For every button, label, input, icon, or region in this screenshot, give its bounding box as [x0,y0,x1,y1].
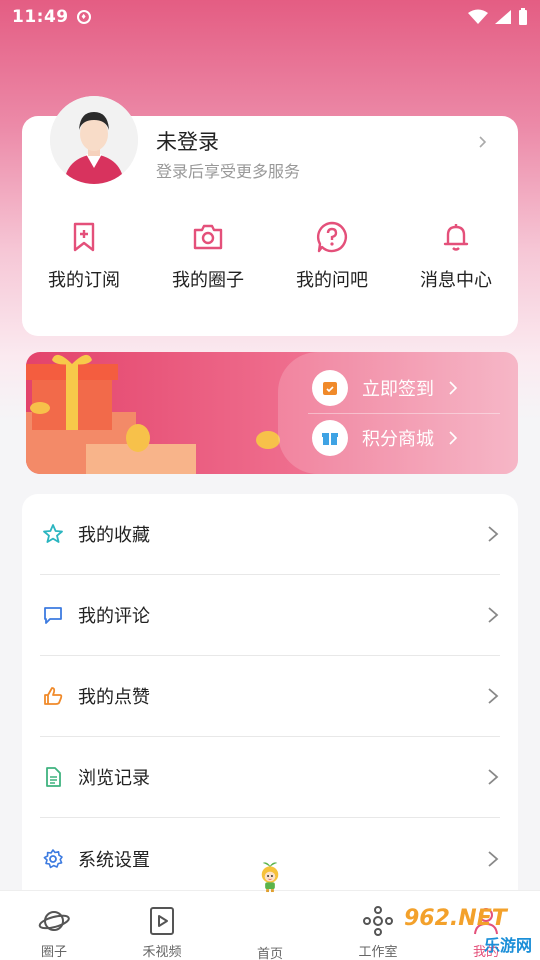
chevron-right-icon [449,431,458,445]
profile-card[interactable]: 未登录 登录后享受更多服务 我的订阅 我的圈子 我的问吧 消息中心 [22,96,518,336]
default-avatar-icon [50,96,138,184]
menu-label: 系统设置 [78,849,150,871]
nav-video[interactable]: 禾视频 [108,891,216,960]
quick-circles-label: 我的圈子 [172,270,244,291]
mascot-icon [261,862,279,893]
checkin-label: 立即签到 [362,379,434,400]
menu-label: 我的收藏 [78,525,150,546]
gear-icon [43,848,63,868]
question-icon [316,221,347,253]
chevron-right-icon [488,769,499,785]
camera-icon [193,224,223,250]
quick-actions: 我的订阅 我的圈子 我的问吧 消息中心 [22,220,518,310]
quick-messages[interactable]: 消息中心 [396,220,516,310]
signal-icon [495,10,511,24]
nav-label: 禾视频 [142,945,182,960]
avatar[interactable] [50,96,138,184]
studio-icon [363,906,393,936]
comment-icon [44,607,62,624]
nav-label: 圈子 [40,945,67,960]
watermark-text: 乐游网 [483,936,532,955]
bookmark-plus-icon [73,222,95,252]
checkin-button[interactable]: 立即签到 [312,370,458,406]
chevron-right-icon [488,607,499,623]
bell-icon [443,224,469,251]
star-icon [43,524,63,543]
nav-label: 首页 [256,947,283,960]
watermark-number: 962.NET [404,906,507,931]
chevron-right-icon[interactable] [476,136,488,148]
shield-icon: ♦ [76,10,91,24]
divider [308,413,500,414]
menu-label: 浏览记录 [78,768,150,789]
quick-messages-label: 消息中心 [420,270,492,291]
status-icons [468,8,528,26]
nav-circles[interactable]: 圈子 [0,891,108,960]
chevron-right-icon [488,850,499,867]
login-hint: 登录后享受更多服务 [156,162,301,181]
menu-item-comments[interactable]: 我的评论 [40,575,500,656]
menu-label: 我的评论 [78,606,150,627]
points-mall-button[interactable]: 积分商城 [312,420,458,456]
video-icon [150,907,174,935]
points-mall-label: 积分商城 [362,429,434,450]
quick-questions[interactable]: 我的问吧 [272,220,392,310]
nav-home[interactable]: 首页 [216,862,324,960]
login-status-title[interactable]: 未登录 [156,126,219,156]
thumbs-up-icon [44,687,63,705]
chevron-right-icon [488,688,499,704]
gift-icon [312,420,348,456]
menu-item-favorites[interactable]: 我的收藏 [40,494,500,575]
quick-circles[interactable]: 我的圈子 [148,220,268,310]
menu-item-likes[interactable]: 我的点赞 [40,656,500,737]
calendar-icon [312,370,348,406]
menu-list: 我的收藏 我的评论 我的点赞 浏览记录 系统设置 [22,494,518,914]
banner-actions-panel: 立即签到 积分商城 [278,352,518,474]
planet-icon [38,911,70,931]
site-watermark: 962.NET 乐游网 [402,906,532,956]
quick-subscriptions[interactable]: 我的订阅 [24,220,144,310]
menu-item-history[interactable]: 浏览记录 [40,737,500,818]
quick-questions-label: 我的问吧 [296,270,368,291]
chevron-right-icon [449,381,458,395]
wifi-icon [468,9,488,24]
gift-illustration [26,354,280,474]
quick-subscriptions-label: 我的订阅 [48,270,120,291]
status-time: 11:49 [12,7,69,27]
battery-icon [519,8,527,25]
status-bar: 11:49 ♦ [0,0,540,34]
document-icon [46,767,61,787]
menu-label: 我的点赞 [78,687,150,708]
chevron-right-icon [488,526,499,542]
points-banner: 立即签到 积分商城 [26,352,518,474]
